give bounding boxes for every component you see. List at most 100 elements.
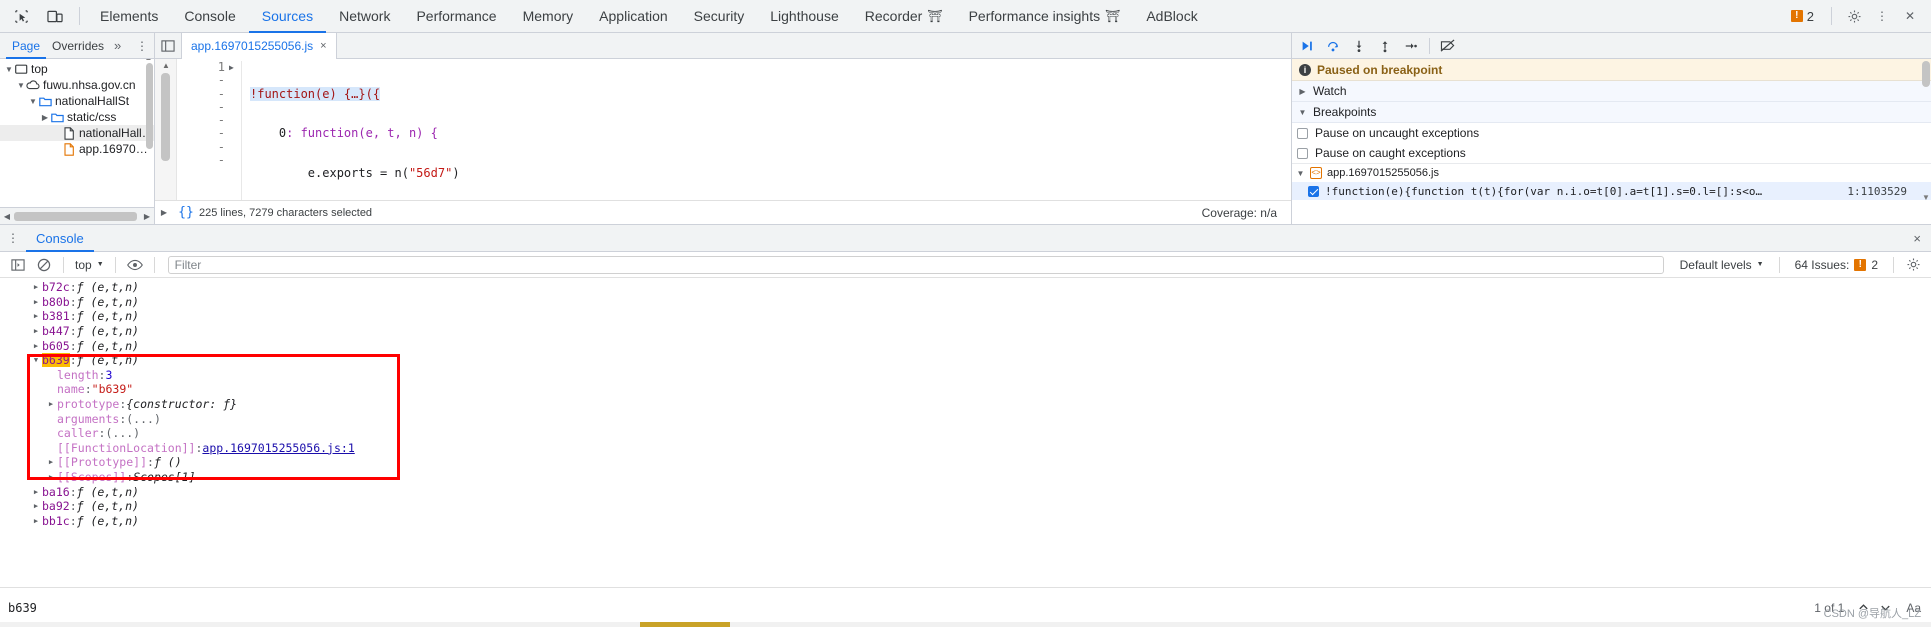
bottom-scrollbar[interactable] — [0, 622, 1931, 627]
drawer-tab-console[interactable]: Console — [26, 225, 94, 252]
pretty-print-icon[interactable]: {} — [173, 205, 199, 220]
warning-badge[interactable]: ! 2 — [1783, 9, 1822, 24]
twisty-icon[interactable]: ▶ — [30, 283, 42, 291]
console-row[interactable]: ▶ bb1c: ƒ (e,t,n) — [0, 514, 1931, 529]
twisty-icon[interactable]: ▶ — [45, 400, 57, 408]
console-search-input[interactable]: b639 — [0, 601, 1814, 615]
debugger-scrollbar-thumb[interactable] — [1922, 61, 1930, 87]
scroll-right-icon[interactable]: ▶ — [140, 212, 154, 221]
live-expression-eye-icon[interactable] — [123, 253, 147, 277]
context-selector[interactable]: top ▼ — [71, 258, 108, 272]
console-sidebar-toggle-icon[interactable] — [6, 253, 30, 277]
close-devtools-icon[interactable]: ✕ — [1897, 3, 1923, 29]
device-toolbar-icon[interactable] — [38, 2, 72, 30]
scroll-up-icon[interactable]: ▲ — [155, 61, 177, 70]
nav-tab-overrides[interactable]: Overrides — [46, 33, 110, 59]
hscroll-thumb[interactable] — [14, 211, 137, 221]
console-row[interactable]: name: "b639" — [0, 382, 1931, 397]
step-icon[interactable] — [1398, 33, 1424, 59]
clear-console-icon[interactable] — [32, 253, 56, 277]
twisty-icon[interactable]: ▶ — [30, 298, 42, 306]
issues-counter[interactable]: 64 Issues: ! 2 — [1787, 258, 1886, 272]
inspect-element-icon[interactable] — [4, 2, 38, 30]
twisty-icon[interactable]: ▼ — [1296, 169, 1305, 178]
console-row[interactable]: ▶ ba16: ƒ (e,t,n) — [0, 484, 1931, 499]
editor-tab-app-js[interactable]: app.1697015255056.js × — [181, 32, 337, 59]
tab-recorder[interactable]: Recorder ⛩ — [852, 0, 956, 33]
twisty-icon[interactable]: ▶ — [30, 327, 42, 335]
tab-security[interactable]: Security — [681, 0, 758, 33]
drawer-kebab-icon[interactable]: ⋮ — [0, 225, 26, 252]
tree-node-static-css[interactable]: ▶ static/css — [0, 109, 154, 125]
scroll-left-icon[interactable]: ◀ — [0, 212, 14, 221]
section-breakpoints[interactable]: ▼ Breakpoints — [1292, 102, 1931, 123]
deactivate-breakpoints-icon[interactable] — [1435, 33, 1461, 59]
pause-caught-checkbox[interactable] — [1297, 147, 1308, 159]
nav-tab-page[interactable]: Page — [6, 33, 46, 59]
console-filter-input[interactable]: Filter — [167, 255, 1664, 274]
tree-node-domain[interactable]: ▼ fuwu.nhsa.gov.cn — [0, 77, 154, 93]
step-over-icon[interactable] — [1320, 33, 1346, 59]
console-row[interactable]: ▶ [[Prototype]]: ƒ () — [0, 455, 1931, 470]
navigator-hscrollbar[interactable]: ◀ ▶ — [0, 207, 154, 224]
twisty-icon[interactable]: ▶ — [40, 113, 50, 122]
resume-script-icon[interactable] — [1294, 33, 1320, 59]
breakpoint-entry[interactable]: !function(e){function t(t){for(var n.i.o… — [1292, 182, 1931, 200]
console-row[interactable]: length: 3 — [0, 368, 1931, 383]
source-link[interactable]: app.1697015255056.js:1 — [202, 441, 354, 455]
console-row-b639[interactable]: ▼ b639: ƒ (e,t,n) — [0, 353, 1931, 368]
tab-performance-insights[interactable]: Performance insights ⛩ — [956, 0, 1134, 33]
twisty-icon[interactable]: ▶ — [30, 342, 42, 350]
twisty-icon[interactable]: ▼ — [4, 65, 14, 74]
console-row[interactable]: ▶ b605: ƒ (e,t,n) — [0, 338, 1931, 353]
close-icon[interactable]: × — [320, 40, 326, 52]
more-options-kebab-icon[interactable]: ⋮ — [1869, 3, 1895, 29]
twisty-icon[interactable]: ▶ — [45, 458, 57, 466]
console-row[interactable]: arguments: (...) — [0, 411, 1931, 426]
nav-more-tabs-icon[interactable]: » — [110, 38, 125, 53]
pause-uncaught-checkbox[interactable] — [1297, 127, 1308, 139]
console-row[interactable]: ▶ [[Scopes]]: Scopes[1] — [0, 470, 1931, 485]
tab-performance[interactable]: Performance — [403, 0, 509, 33]
tab-memory[interactable]: Memory — [510, 0, 587, 33]
tab-elements[interactable]: Elements — [87, 0, 171, 33]
code-text-column[interactable]: !function(e) {…}({ 0: function(e, t, n) … — [241, 61, 1291, 200]
pause-caught-row[interactable]: Pause on caught exceptions — [1292, 143, 1931, 163]
vscroll-thumb[interactable] — [161, 73, 170, 161]
navigator-scrollbar-thumb[interactable]: ▲ — [145, 59, 153, 149]
tree-node-nationalhallst-folder[interactable]: ▼ nationalHallSt — [0, 93, 154, 109]
console-row[interactable]: ▶ prototype: {constructor: ƒ} — [0, 397, 1931, 412]
twisty-icon[interactable]: ▼ — [30, 356, 42, 364]
twisty-icon[interactable]: ▶ — [30, 502, 42, 510]
section-watch[interactable]: ▶ Watch — [1292, 81, 1931, 102]
expand-statusbar-icon[interactable]: ▶ — [155, 208, 173, 217]
scroll-down-icon[interactable]: ▼ — [1921, 193, 1931, 202]
tab-adblock[interactable]: AdBlock — [1133, 0, 1210, 33]
fold-twisty-icon[interactable]: ▶ — [229, 61, 241, 74]
step-out-icon[interactable] — [1372, 33, 1398, 59]
tree-node-nationalhallst-doc[interactable]: nationalHallSt/ — [0, 125, 154, 141]
log-level-selector[interactable]: Default levels ▼ — [1672, 258, 1772, 272]
twisty-icon[interactable]: ▼ — [16, 81, 26, 90]
editor-vscrollbar[interactable]: ▲ — [155, 59, 177, 200]
twisty-icon[interactable]: ▶ — [1298, 87, 1307, 96]
tree-node-top[interactable]: ▼ top — [0, 61, 154, 77]
tab-console[interactable]: Console — [171, 0, 248, 33]
console-output[interactable]: ▶ b72c: ƒ (e,t,n) ▶ b80b: ƒ (e,t,n) ▶ b3… — [0, 278, 1931, 627]
console-row[interactable]: ▶ ba92: ƒ (e,t,n) — [0, 499, 1931, 514]
tree-node-app-js[interactable]: app.169701525 — [0, 141, 154, 157]
console-row[interactable]: ▶ b80b: ƒ (e,t,n) — [0, 295, 1931, 310]
pause-uncaught-row[interactable]: Pause on uncaught exceptions — [1292, 123, 1931, 143]
console-row[interactable]: ▶ b447: ƒ (e,t,n) — [0, 324, 1931, 339]
console-row-function-location[interactable]: [[FunctionLocation]]: app.1697015255056.… — [0, 441, 1931, 456]
twisty-icon[interactable]: ▶ — [30, 517, 42, 525]
console-row[interactable]: ▶ b381: ƒ (e,t,n) — [0, 309, 1931, 324]
step-into-icon[interactable] — [1346, 33, 1372, 59]
tab-network[interactable]: Network — [326, 0, 403, 33]
breakpoint-checkbox[interactable] — [1308, 185, 1319, 197]
code-lines[interactable]: 1 - - - - - - - ▶ !function(e) {…}({0: … — [177, 59, 1291, 200]
navigator-kebab-icon[interactable]: ⋮ — [130, 39, 154, 53]
toggle-navigator-icon[interactable] — [155, 33, 181, 59]
breakpoint-file-row[interactable]: ▼ <> app.1697015255056.js — [1292, 163, 1931, 182]
console-row[interactable]: ▶ b72c: ƒ (e,t,n) — [0, 280, 1931, 295]
